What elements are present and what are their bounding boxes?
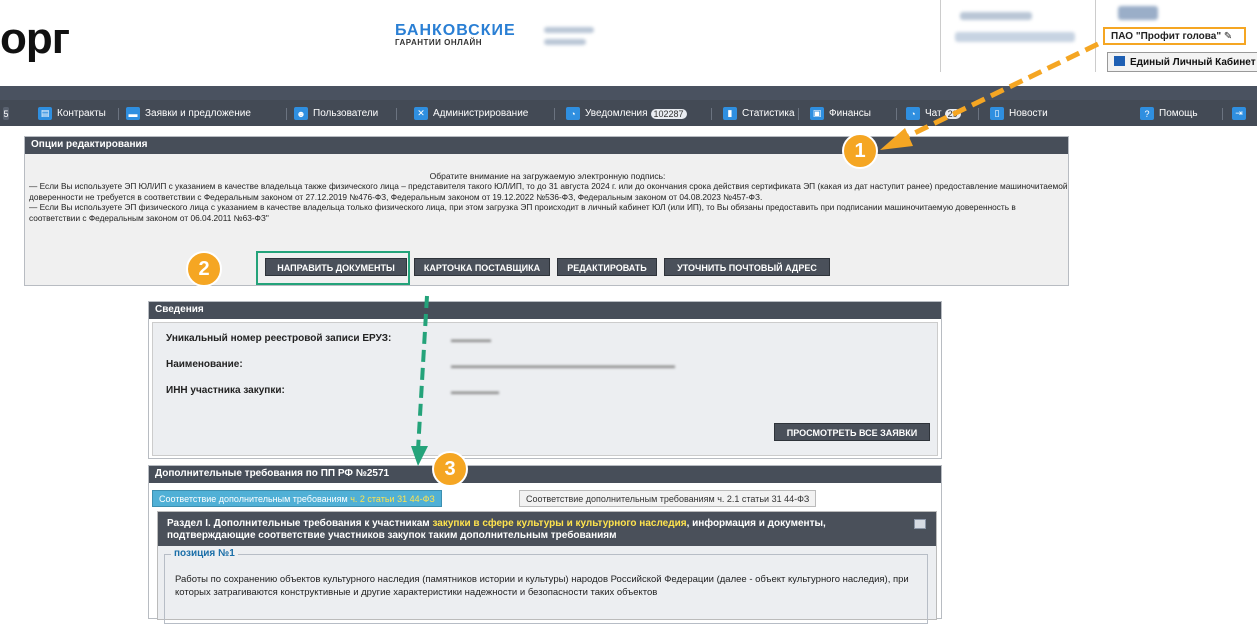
orange-arrow-1 [880, 41, 1100, 150]
step-1-marker: 1 [842, 133, 878, 169]
green-arrow-3 [411, 295, 429, 466]
step-3-marker: 3 [432, 451, 468, 487]
step-2-marker: 2 [186, 251, 222, 287]
annotation-arrows [411, 41, 1100, 466]
